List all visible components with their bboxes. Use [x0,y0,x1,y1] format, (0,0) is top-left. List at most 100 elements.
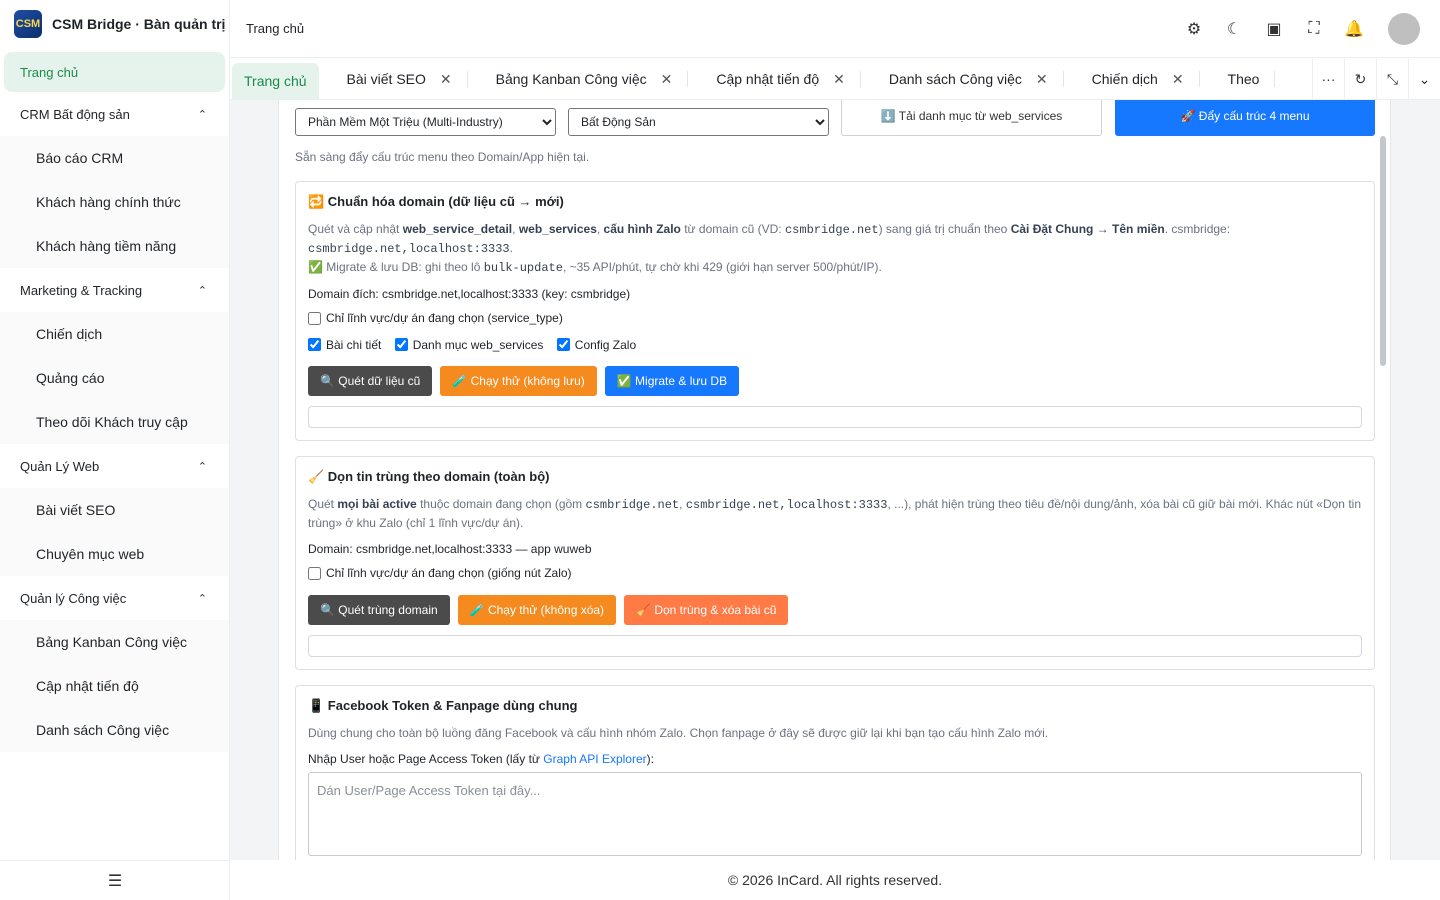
chevron-up-icon: ⌃ [197,284,207,297]
sidebar-group-label: CRM Bất động sản [20,106,130,122]
dedupe-actions: 🔍 Quét trùng domain 🧪 Chạy thử (không xó… [308,594,1362,625]
desc-text: , [679,497,686,511]
collapse-sidebar-button[interactable]: ☰ [0,860,230,900]
sidebar-item-progress[interactable]: Cập nhật tiến độ [0,664,229,708]
scrollbar[interactable] [1380,136,1386,366]
close-icon[interactable]: ✕ [661,71,673,88]
checkbox[interactable] [308,566,321,580]
sidebar-item-web-categories[interactable]: Chuyên mục web [0,532,229,576]
sidebar-submenu-crm: Báo cáo CRM Khách hàng chính thức Khách … [0,136,229,268]
desc-text: , [596,222,604,236]
desc-code: csmbridge.net,localhost:3333 [685,498,888,512]
tab-label: Bảng Kanban Công việc [495,71,647,87]
sidebar-group-crm[interactable]: CRM Bất động sản ⌃ [0,92,229,136]
tab-label: Danh sách Công việc [888,71,1022,87]
image-add-icon[interactable]: ▣ [1264,19,1284,39]
clean-duplicates-button[interactable]: 🧹 Dọn trùng & xóa bài cũ [624,594,789,625]
scan-duplicates-button[interactable]: 🔍 Quét trùng domain [308,594,450,625]
close-icon[interactable]: ✕ [1036,71,1048,88]
moon-icon[interactable]: ☾ [1224,19,1244,39]
bell-icon[interactable]: 🔔 [1344,19,1364,39]
graph-api-link[interactable]: Graph API Explorer [543,752,646,766]
sidebar-group-marketing[interactable]: Marketing & Tracking ⌃ [0,268,229,312]
card-title: 📱 Facebook Token & Fanpage dùng chung [308,698,578,713]
normalize-actions: 🔍 Quét dữ liệu cũ 🧪 Chạy thử (không lưu)… [308,366,1362,396]
close-icon[interactable]: ✕ [1172,71,1184,88]
tab-label: Bài viết SEO [346,71,426,87]
sidebar-item-leads[interactable]: Khách hàng tiềm năng [0,224,229,268]
tab-bar: Trang chủ Bài viết SEO ✕ Bảng Kanban Công… [230,59,1440,100]
sidebar-item-kanban[interactable]: Bảng Kanban Công việc [0,620,229,664]
dedupe-result-box [308,634,1362,657]
desc-text: từ domain cũ (VD: [680,222,785,236]
sidebar-item-crm-report[interactable]: Báo cáo CRM [0,136,229,180]
sidebar-item-visitor-tracking[interactable]: Theo dõi Khách truy cập [0,400,229,444]
zalo-config-checkbox[interactable]: Config Zalo [556,338,636,352]
sidebar-submenu-marketing: Chiến dịch Quảng cáo Theo dõi Khách truy… [0,312,229,444]
services-checkbox[interactable]: Danh mục web_services [394,338,543,352]
dedupe-dry-run-button[interactable]: 🧪 Chạy thử (không xóa) [457,594,617,625]
sidebar-item-campaigns[interactable]: Chiến dịch [0,312,229,356]
avatar[interactable] [1388,12,1420,45]
ready-note: Sẵn sàng đẩy cấu trúc menu theo Domain/A… [295,150,590,164]
tab-progress[interactable]: Cập nhật tiến độ ✕ [688,59,862,99]
menu-toolbar: Phần Mềm Một Triệu (Multi-Industry) Bất … [295,100,1375,140]
card-description: Quét mọi bài active thuộc domain đang ch… [308,495,1362,532]
migrate-save-button[interactable]: ✅ Migrate & lưu DB [604,366,740,396]
breadcrumb[interactable]: Trang chủ [246,21,304,36]
sidebar-item-customers[interactable]: Khách hàng chính thức [0,180,229,224]
tab-home[interactable]: Trang chủ [232,63,319,99]
brand[interactable]: CSM CSM Bridge · Bàn quản trị [0,0,229,48]
close-icon[interactable]: ✕ [440,71,452,88]
chevron-up-icon: ⌃ [197,592,207,605]
more-tabs-icon[interactable]: ··· [1312,59,1344,99]
checkbox[interactable] [394,338,408,351]
sidebar: CSM CSM Bridge · Bàn quản trị Trang chủ … [0,0,230,900]
label-text: Nhập User hoặc Page Access Token (lấy từ [308,752,544,766]
checkbox[interactable] [556,338,570,351]
sidebar-item-task-list[interactable]: Danh sách Công việc [0,708,229,752]
tab-visitor-tracking[interactable]: Theo [1200,59,1276,99]
checkbox[interactable] [308,338,321,351]
desc-text: . csmbridge: [1164,222,1231,236]
app-title: CSM Bridge · Bàn quản trị [52,16,226,32]
checkbox-label: Chỉ lĩnh vực/dự án đang chọn (service_ty… [326,311,563,325]
push-menu-button[interactable]: 🚀 Đẩy cấu trúc 4 menu [1115,100,1375,136]
tab-label: Cập nhật tiến độ [716,71,820,87]
tab-kanban[interactable]: Bảng Kanban Công việc ✕ [468,59,689,99]
checkbox[interactable] [308,311,321,325]
fullscreen-icon[interactable]: ⛶ [1304,19,1324,39]
detail-checkbox[interactable]: Bài chi tiết [308,338,381,352]
close-icon[interactable]: ✕ [833,71,845,88]
chevron-down-icon[interactable]: ⌄ [1408,59,1440,99]
collapse-icon[interactable]: ⤡ [1376,59,1408,99]
sidebar-item-ads[interactable]: Quảng cáo [0,356,229,400]
dedupe-domain-card: 🧹 Dọn tin trùng theo domain (toàn bộ) Qu… [295,456,1375,670]
chevron-up-icon: ⌃ [197,460,207,473]
gear-icon[interactable]: ⚙ [1184,19,1204,39]
sidebar-group-tasks[interactable]: Quản lý Công việc ⌃ [0,576,229,620]
sidebar-item-seo-posts[interactable]: Bài viết SEO [0,488,229,532]
tab-campaigns[interactable]: Chiến dịch ✕ [1064,59,1200,99]
app-logo: CSM [14,10,42,38]
tab-task-list[interactable]: Danh sách Công việc ✕ [861,59,1064,99]
dedupe-only-current-checkbox[interactable]: Chỉ lĩnh vực/dự án đang chọn (giống nút … [308,566,572,580]
load-categories-button[interactable]: ⬇️ Tải danh mục từ web_services [841,100,1102,136]
domain-select[interactable]: Bất Động Sản [568,108,829,136]
desc-code: csmbridge.net,localhost:3333 [308,242,510,256]
options-row: Bài chi tiết Danh mục web_services Confi… [308,338,1362,355]
access-token-textarea[interactable]: Dán User/Page Access Token tại đây... [308,772,1362,856]
card-title: 🧹 Dọn tin trùng theo domain (toàn bộ) [308,469,550,484]
facebook-token-card: 📱 Facebook Token & Fanpage dùng chung Dù… [295,685,1375,860]
tab-seo-posts[interactable]: Bài viết SEO ✕ [319,59,468,99]
dedupe-domain-line: Domain: csmbridge.net,localhost:3333 — a… [308,542,592,556]
app-select[interactable]: Phần Mềm Một Triệu (Multi-Industry) [295,108,556,136]
card-description: Quét và cập nhật web_service_detail, web… [308,220,1362,258]
scan-old-data-button[interactable]: 🔍 Quét dữ liệu cũ [308,366,433,396]
sidebar-item-home[interactable]: Trang chủ [4,52,225,92]
tab-label: Trang chủ [244,73,307,89]
sidebar-group-web[interactable]: Quản Lý Web ⌃ [0,444,229,488]
refresh-icon[interactable]: ↻ [1344,59,1376,99]
dry-run-button[interactable]: 🧪 Chạy thử (không lưu) [440,366,597,396]
only-current-checkbox[interactable]: Chỉ lĩnh vực/dự án đang chọn (service_ty… [308,311,563,325]
